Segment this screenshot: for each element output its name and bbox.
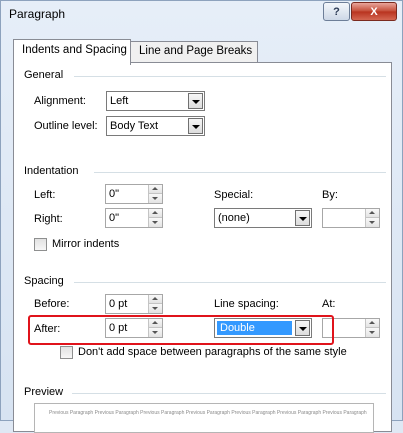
tab-line-and-page-breaks[interactable]: Line and Page Breaks xyxy=(130,41,258,63)
preview-divider xyxy=(72,393,386,394)
indentation-divider xyxy=(94,172,386,173)
spacing-before-label: Before: xyxy=(34,298,70,310)
outline-level-select[interactable]: Body Text xyxy=(106,116,205,136)
left-indent-value: 0" xyxy=(109,188,120,200)
dont-add-space-checkbox[interactable] xyxy=(60,346,73,359)
left-indent-label: Left: xyxy=(34,189,56,201)
tab-panel: General Alignment: Left Outline level: B… xyxy=(13,62,392,432)
dialog-title: Paragraph xyxy=(9,7,66,21)
by-label: By: xyxy=(322,189,338,201)
spacing-section-title: Spacing xyxy=(24,275,64,287)
close-button[interactable]: X xyxy=(351,2,397,21)
spin-down-icon[interactable] xyxy=(365,328,379,337)
tab-indents-and-spacing[interactable]: Indents and Spacing xyxy=(13,39,131,65)
help-button[interactable]: ? xyxy=(323,2,350,21)
outline-level-value: Body Text xyxy=(110,120,159,132)
preview-sample-text: Previous Paragraph Previous Paragraph Pr… xyxy=(49,410,367,416)
alignment-select[interactable]: Left xyxy=(106,91,205,111)
right-indent-value: 0" xyxy=(109,212,120,224)
alignment-label: Alignment: xyxy=(34,95,86,107)
right-indent-spinner[interactable]: 0" xyxy=(105,208,163,228)
general-divider xyxy=(74,76,386,77)
spacing-before-value: 0 pt xyxy=(109,298,128,310)
general-section-title: General xyxy=(24,69,64,81)
preview-pane: Previous Paragraph Previous Paragraph Pr… xyxy=(34,403,374,433)
spacing-before-spinner[interactable]: 0 pt xyxy=(105,294,163,314)
chevron-down-icon[interactable] xyxy=(188,118,203,134)
spin-down-icon[interactable] xyxy=(148,304,162,313)
help-icon: ? xyxy=(333,5,340,18)
spin-up-icon[interactable] xyxy=(148,209,162,218)
alignment-value: Left xyxy=(110,95,129,107)
chevron-down-icon[interactable] xyxy=(188,93,203,109)
right-indent-label: Right: xyxy=(34,213,63,225)
mirror-indents-label[interactable]: Mirror indents xyxy=(52,238,119,250)
spin-up-icon[interactable] xyxy=(365,209,379,218)
dont-add-space-label[interactable]: Don't add space between paragraphs of th… xyxy=(78,346,347,358)
spin-up-icon[interactable] xyxy=(148,295,162,304)
by-spinner[interactable] xyxy=(322,208,380,228)
mirror-indents-checkbox[interactable] xyxy=(34,238,47,251)
chevron-down-icon[interactable] xyxy=(295,210,310,226)
spin-up-icon[interactable] xyxy=(365,319,379,328)
highlight-annotation xyxy=(28,315,334,345)
outline-level-label: Outline level: xyxy=(34,120,98,132)
title-bar: Paragraph ? X xyxy=(1,1,402,28)
special-indent-value: (none) xyxy=(218,212,250,224)
paragraph-dialog: Paragraph ? X Indents and Spacing Line a… xyxy=(0,0,403,433)
special-indent-select[interactable]: (none) xyxy=(214,208,312,228)
line-spacing-label: Line spacing: xyxy=(214,298,279,310)
special-label: Special: xyxy=(214,189,254,201)
spin-up-icon[interactable] xyxy=(148,185,162,194)
spin-down-icon[interactable] xyxy=(365,218,379,227)
indentation-section-title: Indentation xyxy=(24,165,79,177)
spin-down-icon[interactable] xyxy=(148,194,162,203)
spin-down-icon[interactable] xyxy=(148,218,162,227)
close-icon: X xyxy=(370,5,378,18)
left-indent-spinner[interactable]: 0" xyxy=(105,184,163,204)
preview-section-title: Preview xyxy=(24,386,64,398)
at-label: At: xyxy=(322,298,336,310)
spacing-divider xyxy=(74,282,386,283)
